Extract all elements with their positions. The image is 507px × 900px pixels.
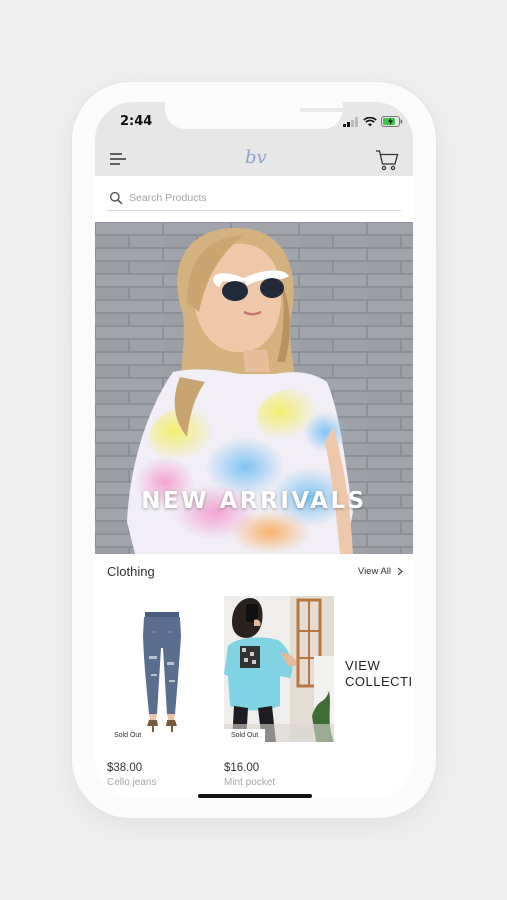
view-collection-line2: COLLECTION [345, 674, 413, 689]
wifi-icon [363, 116, 377, 126]
phone-volume-down [69, 296, 72, 344]
home-indicator[interactable] [198, 794, 312, 798]
product-price: $16.00 [224, 762, 260, 774]
product-name[interactable]: Mint pocket [224, 777, 275, 788]
tee-image [224, 596, 334, 742]
hamburger-menu-icon[interactable] [109, 151, 127, 167]
product-name[interactable]: Cello jeans [107, 777, 156, 788]
product-carousel[interactable]: Sold Out $38.00 Cello jeans Sold Out $16… [95, 596, 413, 796]
view-collection-line1: VIEW [345, 658, 381, 673]
battery-icon [381, 116, 403, 127]
status-icons [343, 116, 403, 127]
sold-out-badge: Sold Out [224, 729, 266, 742]
section-title: Clothing [107, 564, 155, 579]
product-price: $38.00 [107, 762, 143, 774]
chevron-right-icon [397, 567, 403, 576]
search-input[interactable] [129, 189, 389, 207]
status-time: 2:44 [120, 114, 153, 129]
signal-icon [343, 116, 358, 127]
brand-logo[interactable]: bv [245, 147, 267, 168]
product-image[interactable]: Sold Out [224, 596, 334, 742]
shopping-cart-icon[interactable] [375, 149, 399, 171]
clothing-section-header: Clothing View All [107, 564, 407, 580]
phone-notch [165, 102, 348, 129]
app-header: bv [95, 146, 413, 176]
product-card[interactable]: Sold Out $16.00 Mint pocket [224, 596, 334, 796]
phone-volume-up [69, 236, 72, 284]
view-all-link[interactable]: View All [358, 566, 403, 577]
phone-power-button [436, 246, 439, 322]
search-icon [109, 191, 123, 205]
view-all-label: View All [357, 566, 391, 577]
app-screen: 2:44 bv Search Products NEW ARRIVALS Clo… [95, 102, 413, 798]
product-image[interactable]: Sold Out [107, 596, 217, 742]
search-bar[interactable] [107, 189, 401, 211]
view-collection-link[interactable]: VIEW COLLECTION [345, 658, 413, 690]
product-card[interactable]: Sold Out $38.00 Cello jeans [107, 596, 217, 796]
speaker-grille [300, 108, 348, 112]
phone-side-button [69, 190, 72, 216]
hero-banner[interactable]: NEW ARRIVALS [95, 222, 413, 554]
jeans-image [107, 596, 217, 742]
sold-out-badge: Sold Out [107, 729, 149, 742]
hero-title: NEW ARRIVALS [141, 488, 367, 514]
